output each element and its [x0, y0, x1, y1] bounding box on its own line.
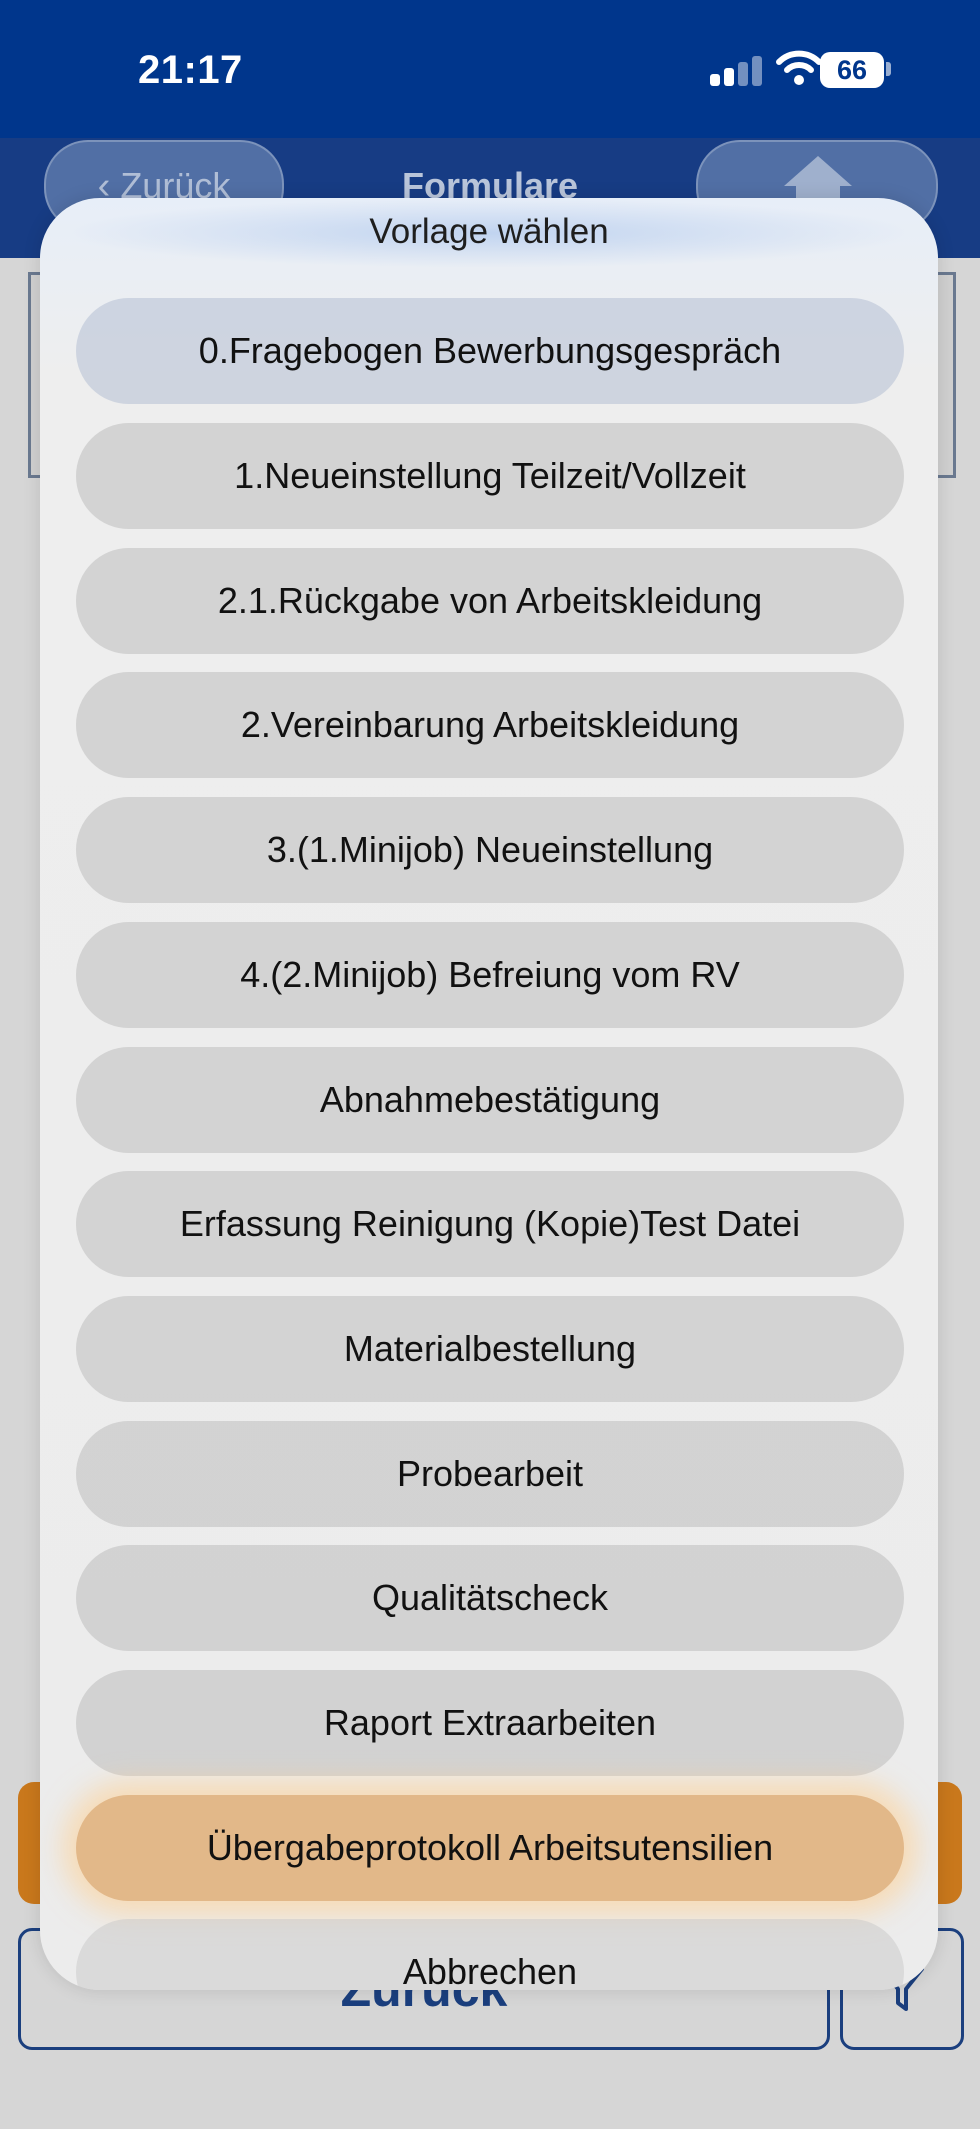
option-rueckgabe-arbeitskleidung[interactable]: 2.1.Rückgabe von Arbeitskleidung [76, 548, 904, 654]
option-uebergabeprotokoll[interactable]: Übergabeprotokoll Arbeitsutensilien [76, 1795, 904, 1901]
option-qualitaetscheck[interactable]: Qualitätscheck [76, 1545, 904, 1651]
sheet-title: Vorlage wählen [369, 212, 609, 251]
battery-icon: 66 [820, 52, 884, 88]
cancel-button[interactable]: Abbrechen [76, 1919, 904, 1990]
option-raport-extraarbeiten[interactable]: Raport Extraarbeiten [76, 1670, 904, 1776]
template-picker-sheet: Vorlage wählen 0.Fragebogen Bewerbungsge… [40, 198, 938, 1990]
option-neueinstellung-teilzeit-vollzeit[interactable]: 1.Neueinstellung Teilzeit/Vollzeit [76, 423, 904, 529]
option-materialbestellung[interactable]: Materialbestellung [76, 1296, 904, 1402]
battery-tip [886, 62, 891, 76]
option-minijob-befreiung-rv[interactable]: 4.(2.Minijob) Befreiung vom RV [76, 922, 904, 1028]
option-abnahmebestaetigung[interactable]: Abnahmebestätigung [76, 1047, 904, 1153]
wifi-icon [776, 50, 822, 85]
status-time: 21:17 [138, 48, 243, 92]
option-minijob-neueinstellung[interactable]: 3.(1.Minijob) Neueinstellung [76, 797, 904, 903]
option-vereinbarung-arbeitskleidung[interactable]: 2.Vereinbarung Arbeitskleidung [76, 672, 904, 778]
option-erfassung-reinigung[interactable]: Erfassung Reinigung (Kopie)Test Datei [76, 1171, 904, 1277]
option-fragebogen-bewerbungsgespraech[interactable]: 0.Fragebogen Bewerbungsgespräch [76, 298, 904, 404]
option-probearbeit[interactable]: Probearbeit [76, 1421, 904, 1527]
status-bar: 21:17 66 [0, 0, 980, 138]
